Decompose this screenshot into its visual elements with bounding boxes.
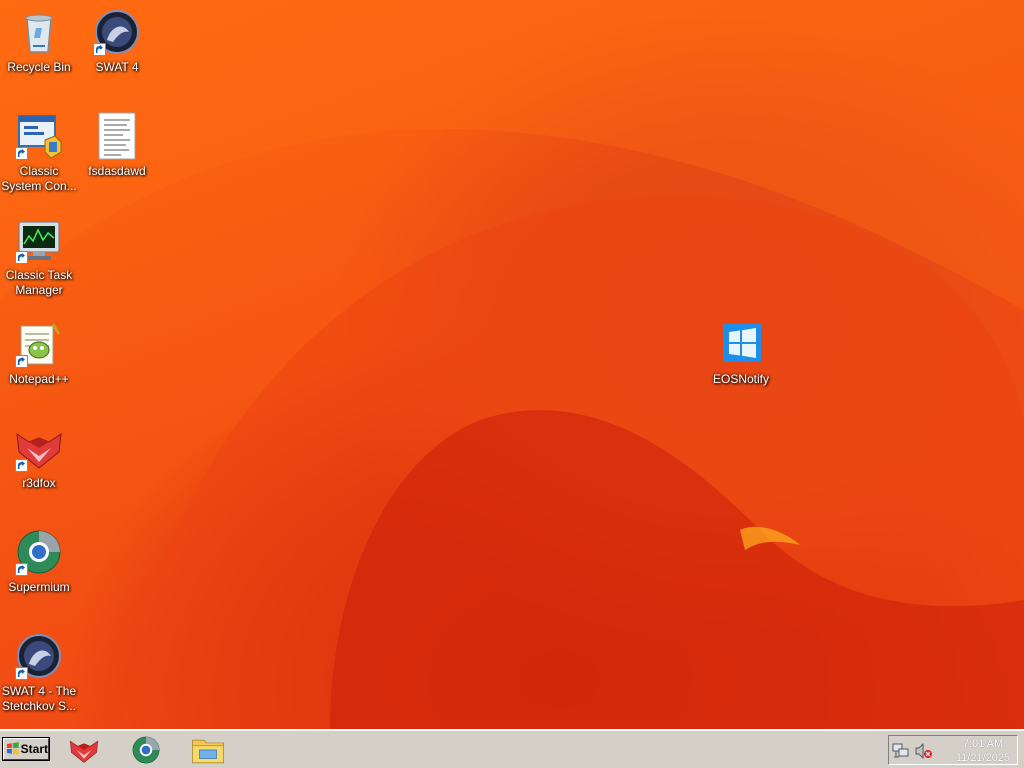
- r3dfox-icon: [69, 740, 99, 763]
- shortcut-arrow-icon: [15, 251, 28, 264]
- windows-logo-icon: [717, 320, 765, 368]
- desktop-icon-swat4[interactable]: SWAT 4: [78, 2, 156, 98]
- taskbar-pin-supermium[interactable]: [128, 733, 164, 767]
- clock-date: 11/21/2025: [955, 752, 1011, 764]
- shortcut-arrow-icon: [15, 563, 28, 576]
- desktop-icon-fsdasdawd[interactable]: fsdasdawd: [78, 106, 156, 202]
- desktop-icon-label: SWAT 4: [95, 60, 139, 74]
- supermium-icon: [15, 528, 63, 576]
- desktop-icon-label: EOSNotify: [712, 372, 769, 386]
- network-icon[interactable]: [892, 743, 910, 759]
- desktop-icon-swat4-stetchkov[interactable]: SWAT 4 - The Stetchkov S...: [0, 626, 78, 722]
- desktop-icon-label: Classic Task Manager: [5, 268, 73, 297]
- text-document-icon: [93, 112, 141, 160]
- desktop-icon-label: fsdasdawd: [88, 164, 146, 178]
- desktop-icon-classic-task-manager[interactable]: Classic Task Manager: [0, 210, 78, 306]
- desktop-icon-supermium[interactable]: Supermium: [0, 522, 78, 618]
- clock[interactable]: 7:01 AM 11/21/2025: [953, 737, 1013, 765]
- windows-flag-icon: [6, 742, 19, 755]
- desktop-icon-r3dfox[interactable]: r3dfox: [0, 418, 78, 514]
- desktop-icon-recycle-bin[interactable]: Recycle Bin: [0, 2, 78, 98]
- start-button[interactable]: Start: [2, 737, 50, 761]
- desktop-icon-eosnotify[interactable]: EOSNotify: [702, 314, 780, 410]
- desktop-icon-label: r3dfox: [22, 476, 56, 490]
- shortcut-arrow-icon: [15, 147, 28, 160]
- control-panel-icon: [15, 112, 63, 160]
- desktop-background: Recycle Bin SWAT 4 Classic System Con...…: [0, 0, 1024, 729]
- shortcut-arrow-icon: [15, 459, 28, 472]
- taskbar-pin-r3dfox[interactable]: [66, 733, 102, 767]
- desktop-icon-label: Supermium: [8, 580, 70, 594]
- task-manager-icon: [15, 216, 63, 264]
- start-label: Start: [20, 742, 48, 756]
- taskbar: Start 7:01 AM 11/21/2025: [0, 729, 1024, 768]
- shortcut-arrow-icon: [15, 667, 28, 680]
- desktop-icon-classic-system-control[interactable]: Classic System Con...: [0, 106, 78, 202]
- volume-muted-icon[interactable]: [915, 743, 933, 759]
- swat4-expansion-icon: [15, 632, 63, 680]
- folder-icon: [192, 739, 224, 764]
- desktop-icon-label: Recycle Bin: [7, 60, 71, 74]
- recycle-bin-icon: [15, 8, 63, 56]
- desktop-icon-label: SWAT 4 - The Stetchkov S...: [1, 684, 77, 713]
- r3dfox-icon: [15, 424, 63, 472]
- shortcut-arrow-icon: [93, 43, 106, 56]
- supermium-icon: [132, 736, 160, 764]
- desktop-icon-notepad-plus-plus[interactable]: Notepad++: [0, 314, 78, 410]
- swat4-icon: [93, 8, 141, 56]
- clock-time: 7:01 AM: [962, 738, 1004, 750]
- system-tray: 7:01 AM 11/21/2025: [888, 735, 1018, 765]
- notepad-plus-plus-icon: [15, 320, 63, 368]
- desktop-icon-label: Classic System Con...: [1, 164, 77, 193]
- taskbar-pin-file-explorer[interactable]: [190, 733, 226, 767]
- desktop-icon-label: Notepad++: [9, 372, 69, 386]
- shortcut-arrow-icon: [15, 355, 28, 368]
